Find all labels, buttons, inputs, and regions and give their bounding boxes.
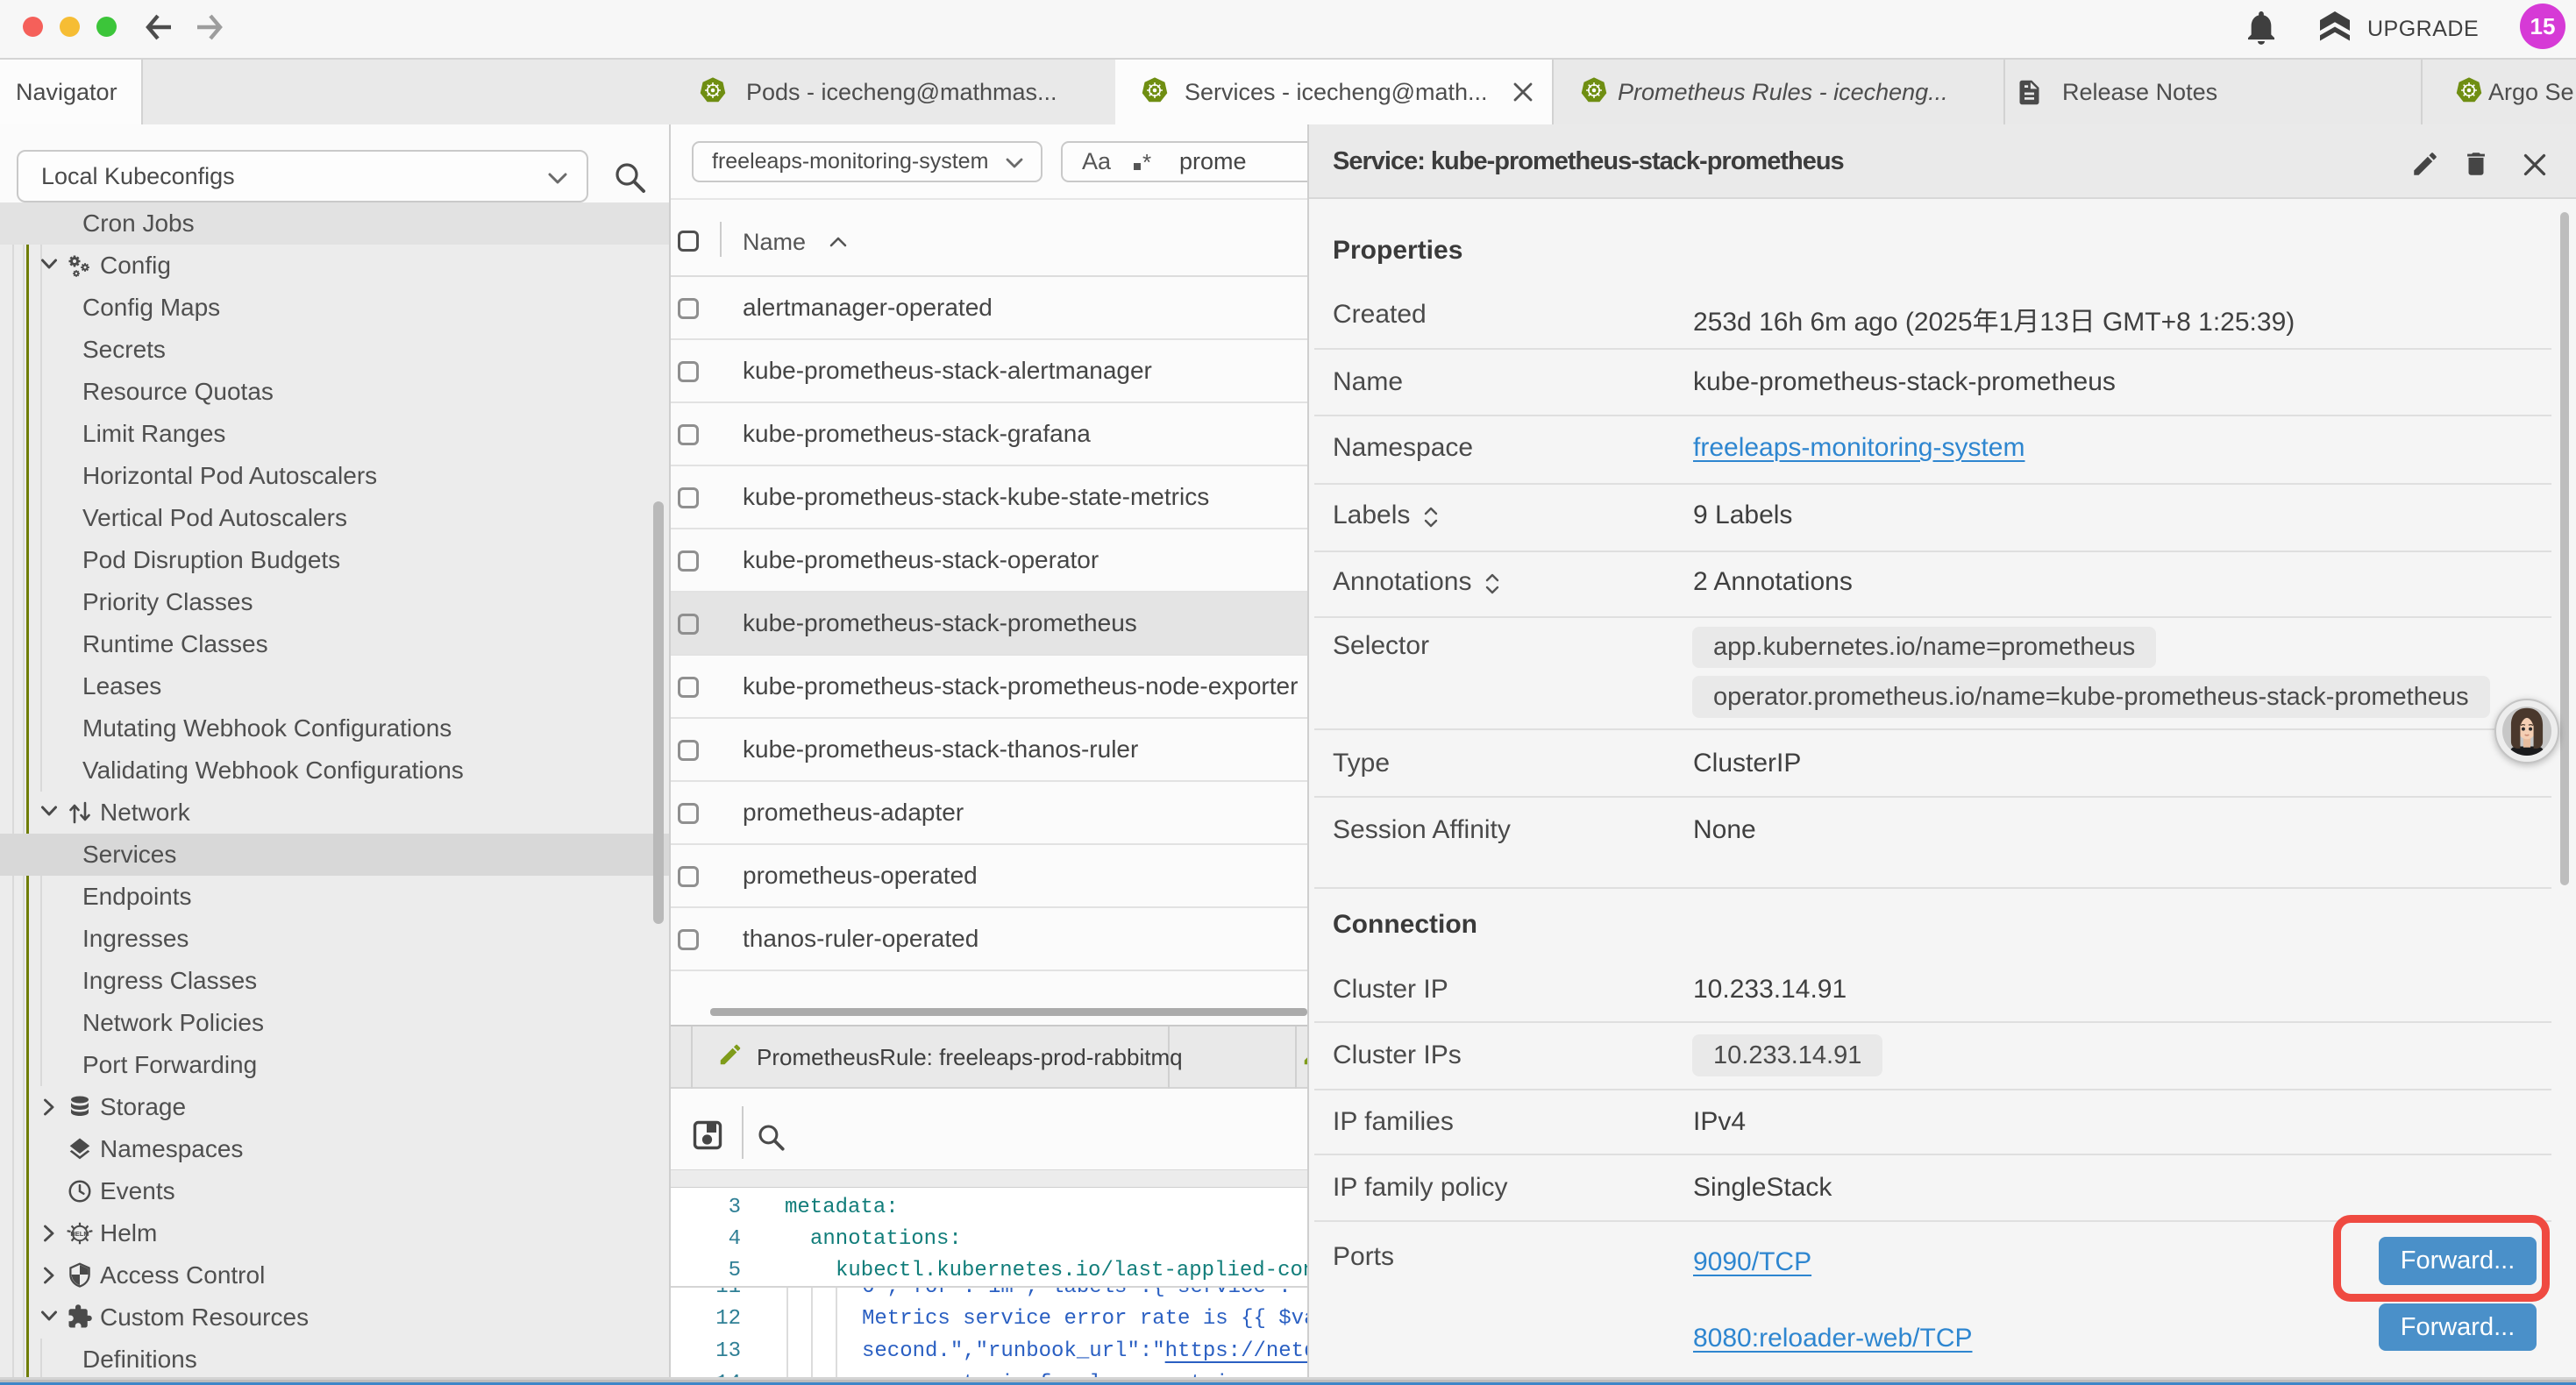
svg-text:HELM: HELM bbox=[70, 1230, 89, 1238]
svg-text:*: * bbox=[1142, 151, 1151, 174]
